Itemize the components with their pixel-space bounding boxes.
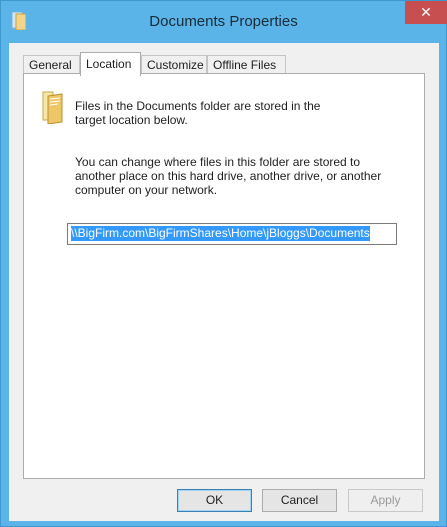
tab-customize[interactable]: Customize	[141, 55, 207, 75]
window-title: Documents Properties	[149, 13, 298, 30]
change-line-3: computer on your network.	[75, 183, 218, 197]
apply-button[interactable]: Apply	[348, 489, 423, 512]
location-description: Files in the Documents folder are stored…	[75, 99, 395, 127]
properties-window: Documents Properties ✕ General Location …	[0, 0, 447, 527]
documents-folder-icon	[42, 91, 63, 124]
tab-location[interactable]: Location	[80, 52, 141, 76]
ok-button[interactable]: OK	[177, 489, 252, 512]
intro-line-2: target location below.	[75, 113, 188, 127]
tab-general[interactable]: General	[23, 55, 80, 75]
location-path-input[interactable]: \\BigFirm.com\BigFirmShares\Home\jBloggs…	[67, 223, 397, 245]
dialog-client-area: General Location Customize Offline Files…	[9, 43, 439, 521]
intro-line-1: Files in the Documents folder are stored…	[75, 99, 321, 113]
tab-offline-files[interactable]: Offline Files	[207, 55, 286, 75]
title-bar[interactable]: Documents Properties ✕	[1, 1, 447, 43]
close-icon: ✕	[420, 4, 432, 20]
location-tab-panel: Files in the Documents folder are stored…	[23, 73, 425, 479]
close-button[interactable]: ✕	[405, 1, 447, 24]
location-path-value: \\BigFirm.com\BigFirmShares\Home\jBloggs…	[71, 226, 370, 241]
change-line-1: You can change where files in this folde…	[75, 155, 361, 169]
change-instructions: You can change where files in this folde…	[75, 155, 415, 197]
change-line-2: another place on this hard drive, anothe…	[75, 169, 382, 183]
dialog-buttons: OK Cancel Apply	[9, 489, 439, 517]
cancel-button[interactable]: Cancel	[262, 489, 337, 512]
